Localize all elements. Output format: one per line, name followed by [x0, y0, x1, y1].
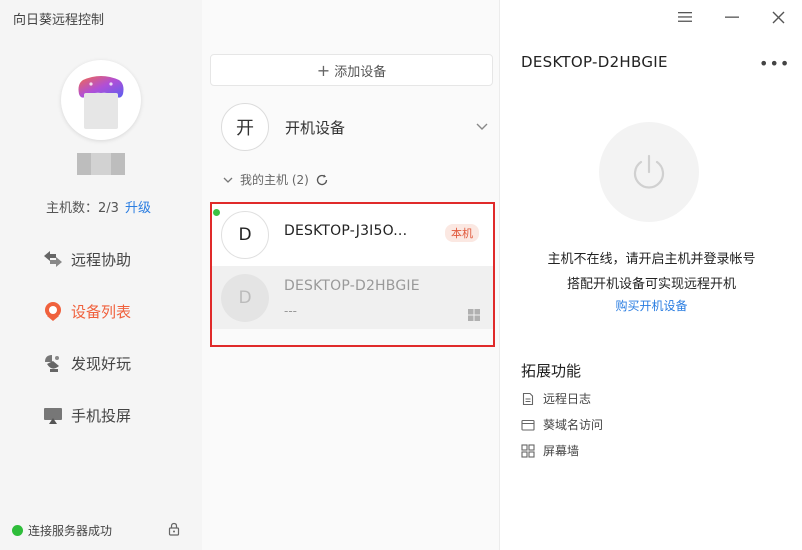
- power-icon: [633, 154, 665, 189]
- ext-item-remote-log[interactable]: 远程日志: [521, 390, 591, 407]
- status-dot-icon: [12, 525, 23, 536]
- grid-icon: [521, 443, 535, 458]
- ext-item-domain-access[interactable]: 葵域名访问: [521, 416, 603, 433]
- close-icon[interactable]: [769, 8, 787, 26]
- nav-label: 设备列表: [71, 302, 132, 321]
- nav-item-device-list[interactable]: 设备列表: [42, 298, 131, 324]
- chevron-down-icon: [476, 123, 488, 130]
- nav-item-discover[interactable]: 发现好玩: [42, 350, 131, 376]
- detail-panel: DESKTOP-D2HBGIE ••• 主机不在线，请开启主机并登录帐号 搭配开…: [501, 0, 802, 550]
- power-device-label: 开机设备: [285, 118, 346, 137]
- ext-item-screen-wall[interactable]: 屏幕墙: [521, 442, 579, 459]
- device-name: DESKTOP-J3I5O...: [284, 223, 408, 239]
- refresh-icon[interactable]: [315, 173, 329, 187]
- host-count-label: 主机数：2/3: [46, 201, 119, 216]
- lock-icon[interactable]: [167, 522, 181, 536]
- nav-item-remote-assist[interactable]: 远程协助: [42, 246, 131, 272]
- device-panel: + 添加设备 开 开机设备 我的主机 (2) D DESKTOP-J3I5O..…: [202, 0, 500, 550]
- avatar[interactable]: [61, 60, 141, 140]
- screen-cast-icon: [42, 404, 64, 426]
- device-avatar: D: [221, 210, 269, 259]
- nav-label: 远程协助: [71, 250, 132, 269]
- device-avatar: D: [221, 273, 269, 322]
- device-list-icon: [42, 300, 64, 322]
- power-device-dropdown[interactable]: 开 开机设备: [221, 102, 491, 152]
- ext-item-label: 远程日志: [543, 392, 592, 406]
- offline-hint: 搭配开机设备可实现远程开机: [566, 277, 736, 292]
- add-device-button[interactable]: + 添加设备: [210, 54, 493, 86]
- minimize-icon[interactable]: [723, 8, 741, 26]
- device-name: DESKTOP-D2HBGIE: [284, 278, 420, 294]
- ext-item-label: 葵域名访问: [543, 418, 604, 432]
- device-subtext: ---: [284, 304, 297, 318]
- local-badge: 本机: [445, 224, 479, 242]
- host-count: 主机数：2/3 升级: [46, 197, 151, 216]
- menu-icon[interactable]: [676, 8, 694, 26]
- username-placeholder: [77, 153, 125, 175]
- windows-icon: [468, 309, 480, 321]
- more-options-icon[interactable]: •••: [759, 54, 790, 73]
- plus-icon: +: [316, 60, 331, 80]
- nav-item-screen-cast[interactable]: 手机投屏: [42, 402, 131, 428]
- detail-device-name: DESKTOP-D2HBGIE: [521, 53, 668, 71]
- ext-item-label: 屏幕墙: [543, 444, 580, 458]
- device-row[interactable]: D DESKTOP-J3I5O... 本机: [210, 203, 494, 266]
- power-button[interactable]: [599, 122, 699, 222]
- group-header[interactable]: 我的主机 (2): [222, 171, 329, 188]
- power-device-avatar: 开: [221, 103, 269, 151]
- upgrade-link[interactable]: 升级: [125, 201, 151, 216]
- device-row[interactable]: D DESKTOP-D2HBGIE ---: [210, 266, 494, 329]
- sidebar: 向日葵远程控制 主机数：2/3 升级 远程协助 设备列表 发现好玩 手机投屏 连…: [0, 0, 202, 550]
- domain-icon: [521, 419, 535, 431]
- group-label: 我的主机 (2): [240, 173, 309, 187]
- status-text: 连接服务器成功: [28, 524, 113, 538]
- avatar-placeholder: [84, 93, 118, 129]
- offline-message: 主机不在线，请开启主机并登录帐号: [547, 252, 756, 267]
- log-icon: [522, 392, 534, 405]
- nav-label: 手机投屏: [71, 406, 132, 425]
- add-device-label: 添加设备: [334, 64, 387, 80]
- connection-status: 连接服务器成功: [12, 522, 112, 539]
- online-dot-icon: [213, 209, 220, 216]
- device-list: D DESKTOP-J3I5O... 本机 D DESKTOP-D2HBGIE …: [210, 203, 494, 329]
- remote-assist-icon: [42, 248, 64, 270]
- nav-label: 发现好玩: [71, 354, 132, 373]
- buy-power-device-link[interactable]: 购买开机设备: [501, 297, 802, 314]
- extensions-title: 拓展功能: [521, 362, 582, 380]
- app-title: 向日葵远程控制: [13, 13, 105, 28]
- chevron-down-icon: [223, 177, 233, 183]
- discover-icon: [42, 352, 64, 374]
